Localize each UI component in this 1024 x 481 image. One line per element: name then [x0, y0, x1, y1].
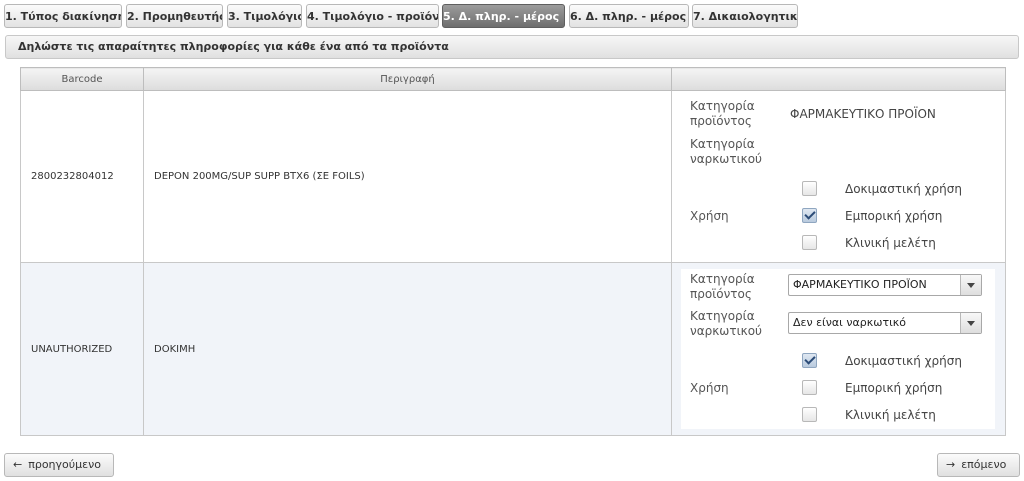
- chevron-down-icon[interactable]: [960, 275, 981, 295]
- details-panel-readonly: Κατηγορία προϊόντος ΦΑΡΜΑΚΕΥΤΙΚΟ ΠΡΟΪΟΝ …: [672, 91, 1005, 262]
- usage-label: Χρήση: [690, 209, 729, 223]
- usage-label: Χρήση: [690, 381, 729, 395]
- products-table: Barcode Περιγραφή 2800232804012 DEPON 20…: [20, 67, 1006, 436]
- checkbox-clinical-study[interactable]: [802, 407, 817, 422]
- product-category-label: Κατηγορία προϊόντος: [690, 272, 755, 301]
- barcode-cell: UNAUTHORIZED: [20, 262, 144, 436]
- tab-supplier[interactable]: 2. Προμηθευτής: [126, 4, 223, 28]
- usage-option-trial[interactable]: Δοκιμαστική χρήση: [802, 181, 962, 196]
- arrow-left-icon: ←: [13, 458, 23, 471]
- checkbox-commercial-use[interactable]: [802, 380, 817, 395]
- column-header-details: [671, 67, 1006, 91]
- column-header-barcode: Barcode: [20, 67, 144, 91]
- previous-button[interactable]: ← προηγούμενο: [4, 453, 114, 477]
- checkbox-label: Εμπορική χρήση: [845, 208, 943, 223]
- checkbox-label: Δοκιμαστική χρήση: [845, 353, 962, 368]
- checkbox-clinical-study[interactable]: [802, 235, 817, 250]
- next-button-label: επόμενο: [961, 458, 1007, 471]
- table-header-row: Barcode Περιγραφή: [20, 67, 1006, 91]
- section-title: Δηλώστε τις απαραίτητες πληροφορίες για …: [5, 35, 1019, 59]
- usage-option-clinical[interactable]: Κλινική μελέτη: [802, 235, 936, 250]
- usage-option-clinical[interactable]: Κλινική μελέτη: [802, 407, 936, 422]
- product-category-select[interactable]: ΦΑΡΜΑΚΕΥΤΙΚΟ ΠΡΟΪΟΝ: [788, 274, 982, 296]
- narcotic-category-label: Κατηγορία ναρκωτικού: [690, 309, 762, 338]
- tab-invoice-products[interactable]: 4. Τιμολόγιο - προϊόντα: [306, 4, 439, 28]
- product-category-label: Κατηγορία προϊόντος: [690, 99, 755, 128]
- tab-info-part-2[interactable]: 6. Δ. πληρ. - μέρος 2: [569, 4, 689, 28]
- checkbox-trial-use[interactable]: [802, 353, 817, 368]
- description-cell: DOKIMH: [143, 262, 672, 436]
- checkbox-label: Κλινική μελέτη: [845, 407, 936, 422]
- arrow-right-icon: →: [946, 458, 956, 471]
- select-value: Δεν είναι ναρκωτικό: [793, 316, 907, 329]
- details-cell: Κατηγορία προϊόντος ΦΑΡΜΑΚΕΥΤΙΚΟ ΠΡΟΪΟΝ …: [671, 90, 1006, 263]
- next-button[interactable]: → επόμενο: [937, 453, 1020, 477]
- usage-option-trial[interactable]: Δοκιμαστική χρήση: [802, 353, 962, 368]
- previous-button-label: προηγούμενο: [28, 458, 101, 471]
- checkbox-label: Εμπορική χρήση: [845, 380, 943, 395]
- tab-documents[interactable]: 7. Δικαιολογητικά: [692, 4, 798, 28]
- product-category-value: ΦΑΡΜΑΚΕΥΤΙΚΟ ΠΡΟΪΟΝ: [790, 107, 936, 121]
- table-row: 2800232804012 DEPON 200MG/SUP SUPP BTX6 …: [20, 90, 1006, 263]
- barcode-cell: 2800232804012: [20, 90, 144, 263]
- details-panel-editable: Κατηγορία προϊόντος ΦΑΡΜΑΚΕΥΤΙΚΟ ΠΡΟΪΟΝ …: [681, 269, 995, 429]
- column-header-description: Περιγραφή: [143, 67, 672, 91]
- narcotic-category-label: Κατηγορία ναρκωτικού: [690, 137, 762, 166]
- select-value: ΦΑΡΜΑΚΕΥΤΙΚΟ ΠΡΟΪΟΝ: [793, 278, 927, 291]
- checkbox-commercial-use[interactable]: [802, 208, 817, 223]
- usage-option-commercial[interactable]: Εμπορική χρήση: [802, 380, 942, 395]
- checkbox-label: Δοκιμαστική χρήση: [845, 181, 962, 196]
- narcotic-category-select[interactable]: Δεν είναι ναρκωτικό: [788, 312, 982, 334]
- details-cell: Κατηγορία προϊόντος ΦΑΡΜΑΚΕΥΤΙΚΟ ΠΡΟΪΟΝ …: [671, 262, 1006, 436]
- tab-info-part-1[interactable]: 5. Δ. πληρ. - μέρος 1: [442, 4, 565, 28]
- table-row: UNAUTHORIZED DOKIMH Κατηγορία προϊόντος …: [20, 262, 1006, 436]
- checkbox-label: Κλινική μελέτη: [845, 235, 936, 250]
- chevron-down-icon[interactable]: [960, 313, 981, 333]
- description-cell: DEPON 200MG/SUP SUPP BTX6 (ΣΕ FOILS): [143, 90, 672, 263]
- usage-option-commercial[interactable]: Εμπορική χρήση: [802, 208, 942, 223]
- tab-invoice[interactable]: 3. Τιμολόγιο: [227, 4, 302, 28]
- checkbox-trial-use[interactable]: [802, 181, 817, 196]
- tab-movement-type[interactable]: 1. Τύπος διακίνησης: [4, 4, 122, 28]
